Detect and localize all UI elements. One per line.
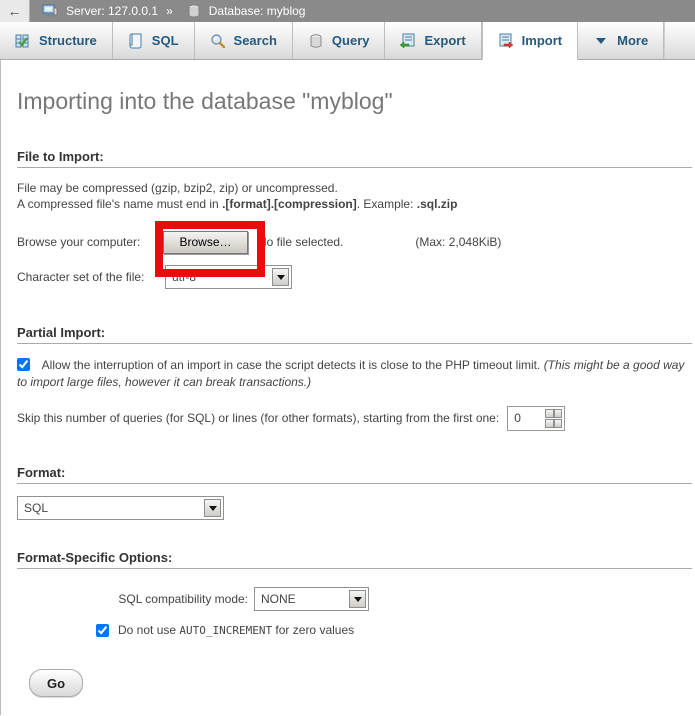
file-info-line2-prefix: A compressed file's name must end in: [17, 197, 222, 211]
format-selected-value: SQL: [18, 501, 204, 515]
spinner-buttons: [545, 409, 562, 428]
tab-label: Export: [424, 33, 465, 48]
file-info-format-pattern: .[format].[compression]: [222, 197, 357, 211]
breadcrumb-bar: ← Server: 127.0.0.1 » Database: myblog: [0, 0, 695, 22]
no-file-selected-text: No file selected.: [258, 235, 343, 249]
sql-compat-label: SQL compatibility mode:: [98, 592, 248, 606]
tab-structure[interactable]: Structure: [0, 22, 113, 59]
breadcrumb-database[interactable]: Database: myblog: [209, 4, 306, 18]
skip-queries-value: 0: [508, 411, 545, 425]
max-size-note: (Max: 2,048KiB): [415, 235, 501, 249]
file-info-text: File may be compressed (gzip, bzip2, zip…: [17, 180, 692, 212]
section-heading-format: Format:: [17, 465, 692, 484]
sql-compat-row: SQL compatibility mode: NONE: [98, 587, 692, 611]
file-info-example: .sql.zip: [417, 197, 458, 211]
charset-select-arrow-icon[interactable]: [272, 268, 289, 286]
tab-label: Query: [332, 33, 370, 48]
format-select[interactable]: SQL: [17, 496, 224, 520]
export-icon: [400, 33, 416, 49]
database-icon: [187, 4, 201, 18]
tab-import[interactable]: Import: [482, 22, 578, 60]
tab-label: More: [617, 33, 648, 48]
sql-compat-select-arrow-icon[interactable]: [349, 590, 366, 608]
charset-label: Character set of the file:: [17, 270, 165, 284]
breadcrumb-server[interactable]: Server: 127.0.0.1: [66, 4, 158, 18]
charset-select[interactable]: utf-8: [165, 265, 292, 289]
auto-increment-row: Do not use AUTO_INCREMENT for zero value…: [96, 623, 692, 637]
tab-export[interactable]: Export: [385, 22, 481, 59]
main-content: Importing into the database "myblog" Fil…: [0, 60, 695, 715]
sql-icon: [128, 33, 144, 49]
charset-selected-value: utf-8: [166, 270, 272, 284]
back-button[interactable]: ←: [0, 0, 30, 22]
tab-query[interactable]: Query: [293, 22, 386, 59]
server-icon: [42, 3, 58, 19]
auto-increment-code: AUTO_INCREMENT: [179, 624, 272, 637]
go-button[interactable]: Go: [29, 669, 83, 697]
sql-compat-selected-value: NONE: [255, 592, 349, 606]
section-heading-file-to-import: File to Import:: [17, 149, 692, 168]
tab-label: Search: [234, 33, 277, 48]
auto-increment-text: Do not use AUTO_INCREMENT for zero value…: [118, 623, 354, 637]
auto-increment-checkbox[interactable]: [96, 624, 109, 637]
allow-interrupt-row: Allow the interruption of an import in c…: [17, 357, 692, 391]
breadcrumb-separator: »: [166, 4, 173, 18]
tab-search[interactable]: Search: [195, 22, 293, 59]
structure-icon: [15, 33, 31, 49]
tab-more[interactable]: More: [578, 22, 664, 59]
tab-bar: Structure SQL Search Query Export Import: [0, 22, 695, 60]
skip-queries-row: Skip this number of queries (for SQL) or…: [17, 405, 692, 431]
browse-button[interactable]: Browse…: [163, 231, 248, 254]
sql-compat-select[interactable]: NONE: [254, 587, 369, 611]
chevron-down-icon: [593, 33, 609, 49]
section-heading-partial-import: Partial Import:: [17, 325, 692, 344]
spinner-down-button[interactable]: [545, 419, 562, 428]
file-info-line1: File may be compressed (gzip, bzip2, zip…: [17, 181, 338, 195]
browse-label: Browse your computer:: [17, 235, 161, 249]
allow-interrupt-text: Allow the interruption of an import in c…: [42, 358, 544, 372]
section-heading-format-specific: Format-Specific Options:: [17, 550, 692, 569]
format-select-arrow-icon[interactable]: [204, 499, 221, 517]
import-icon: [498, 33, 514, 49]
page-title: Importing into the database "myblog": [17, 60, 692, 115]
tab-sql[interactable]: SQL: [113, 22, 195, 59]
tab-label: Structure: [39, 33, 97, 48]
browse-row: Browse your computer: Browse… No file se…: [17, 230, 692, 254]
skip-queries-input[interactable]: 0: [507, 406, 565, 431]
tab-label: SQL: [152, 33, 179, 48]
charset-row: Character set of the file: utf-8: [17, 265, 692, 289]
search-icon: [210, 33, 226, 49]
allow-interrupt-checkbox[interactable]: [17, 358, 30, 371]
tabbar-spacer: [664, 22, 695, 59]
query-icon: [308, 33, 324, 49]
skip-queries-label: Skip this number of queries (for SQL) or…: [17, 411, 499, 425]
back-arrow-icon: ←: [8, 3, 22, 19]
spinner-up-button[interactable]: [545, 409, 562, 418]
file-info-line2-mid: . Example:: [357, 197, 417, 211]
tab-label: Import: [522, 33, 562, 48]
